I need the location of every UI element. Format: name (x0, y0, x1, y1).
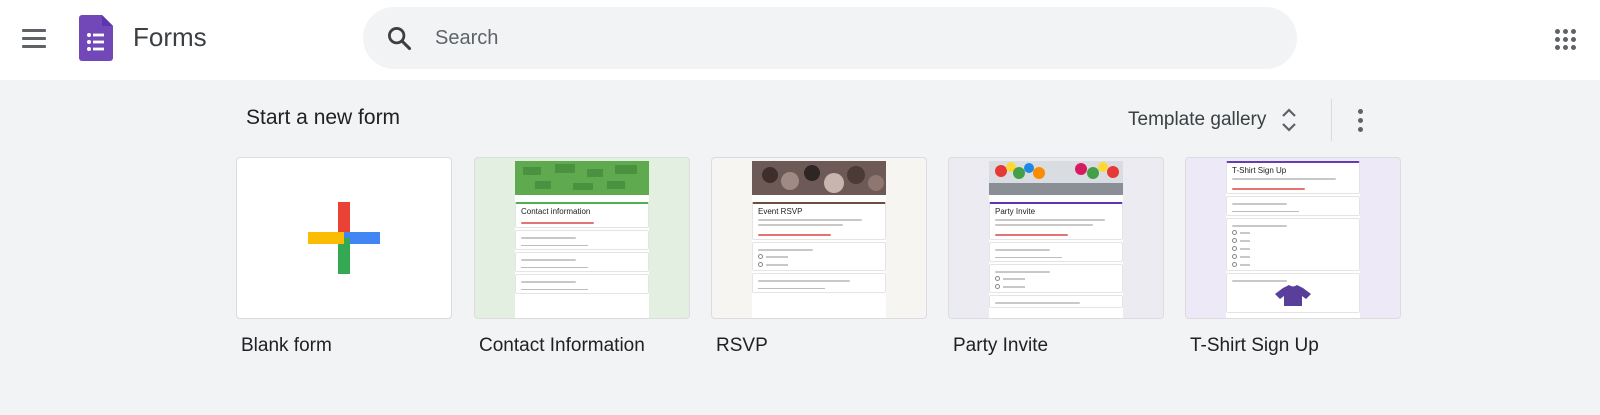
template-label: Blank form (241, 335, 332, 356)
forms-logo-icon[interactable] (79, 15, 113, 66)
header-image (752, 161, 886, 195)
template-thumbnail[interactable]: T-Shirt Sign Up (1185, 157, 1401, 319)
section-title: Start a new form (246, 106, 401, 129)
more-options-button[interactable] (1346, 100, 1374, 140)
more-vert-icon (1357, 108, 1363, 114)
template-label: T-Shirt Sign Up (1190, 335, 1319, 356)
tshirt-icon (1275, 285, 1311, 306)
template-rsvp[interactable]: Event RSVP RSVP (711, 157, 927, 357)
main-menu-button[interactable] (14, 18, 54, 58)
apps-grid-icon (1554, 28, 1560, 34)
search-input[interactable] (435, 20, 1255, 56)
template-thumbnail[interactable] (236, 157, 452, 319)
search-bar[interactable] (363, 7, 1297, 69)
google-apps-button[interactable] (1548, 22, 1582, 56)
template-thumbnail[interactable]: Party Invite (948, 157, 1164, 319)
plus-icon (308, 202, 380, 274)
template-label: Party Invite (953, 335, 1049, 356)
template-label: Contact Information (479, 335, 645, 356)
template-gallery-label: Template gallery (1128, 109, 1267, 130)
template-blank-form[interactable]: Blank form (236, 157, 452, 357)
top-bar: Forms (0, 0, 1600, 80)
template-thumbnail[interactable]: Event RSVP (711, 157, 927, 319)
app-title[interactable]: Forms (133, 22, 207, 53)
template-label: RSVP (716, 335, 768, 356)
search-icon[interactable] (385, 24, 413, 52)
header-image (515, 161, 649, 195)
template-contact-information[interactable]: Contact information Contact Information (474, 157, 690, 357)
template-party-invite[interactable]: Party Invite Party Invite (948, 157, 1164, 357)
template-gallery-button[interactable]: Template gallery (1128, 102, 1298, 138)
header-image (989, 161, 1123, 195)
unfold-icon (1282, 108, 1297, 132)
template-thumbnail[interactable]: Contact information (474, 157, 690, 319)
toolbar-divider (1331, 99, 1332, 141)
template-tshirt-sign-up[interactable]: T-Shirt Sign Up T-Shirt Sign Up (1185, 157, 1401, 357)
hamburger-icon (22, 28, 46, 32)
